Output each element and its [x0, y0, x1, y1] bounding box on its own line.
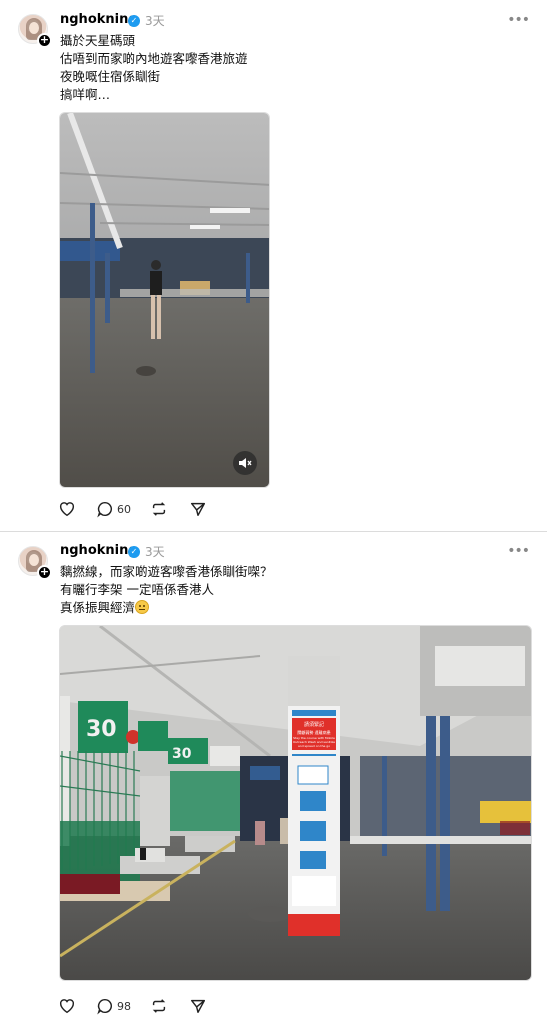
post-actions: 98 [58, 995, 258, 1017]
reply-count: 98 [117, 999, 131, 1013]
verified-badge-icon: ✓ [128, 546, 140, 558]
verified-badge-icon: ✓ [128, 15, 140, 27]
caption-line: 真係振興經濟 [60, 599, 273, 617]
smile-emoji-icon [135, 600, 150, 614]
repost-button[interactable] [150, 498, 168, 520]
send-icon [190, 502, 206, 517]
thread-post: + nghokning ✓ 3天 ••• 黐撚線，而家啲遊客嚟香港係瞓街㗎？ 有… [0, 533, 547, 1024]
avatar[interactable]: + [18, 14, 52, 48]
sign-body: Stay the course with Mobile Outreach Was… [293, 736, 335, 748]
comment-icon [97, 998, 113, 1015]
svg-text:30: 30 [172, 746, 192, 762]
like-button[interactable] [58, 498, 76, 520]
caption-line: 搞咩啊… [60, 87, 111, 102]
reply-count: 60 [117, 502, 131, 516]
caption-text: 真係振興經濟 [60, 600, 136, 615]
repost-icon [152, 999, 166, 1013]
post-caption: 攝於天星碼頭 估唔到而家啲內地遊客嚟香港旅遊 夜晚嘅住宿係瞓街 搞咩啊… [60, 32, 248, 104]
svg-text:30: 30 [86, 717, 117, 742]
post-username[interactable]: nghokning [60, 12, 138, 27]
repost-icon [152, 502, 166, 516]
post-image[interactable]: 30 30 請須緊記 關顧弱勢 遠離病患 Stay the course wit… [59, 625, 532, 981]
caption-line: 夜晚嘅住宿係瞓街 [60, 69, 161, 84]
repost-button[interactable] [150, 995, 168, 1017]
more-options-icon[interactable]: ••• [507, 12, 530, 28]
share-button[interactable] [189, 995, 207, 1017]
muted-speaker-icon[interactable] [233, 451, 257, 475]
caption-line: 攝於天星碼頭 [60, 33, 136, 48]
sign-title: 請須緊記 [303, 722, 324, 728]
post-caption: 黐撚線，而家啲遊客嚟香港係瞓街㗎？ 有曬行李架 一定唔係香港人 真係振興經濟 [60, 563, 273, 617]
caption-line: 有曬行李架 一定唔係香港人 [60, 582, 214, 597]
follow-plus-icon[interactable]: + [37, 565, 52, 580]
post-video[interactable] [59, 112, 270, 488]
caption-line: 黐撚線，而家啲遊客嚟香港係瞓街㗎？ [60, 564, 273, 579]
post-actions: 60 [58, 498, 258, 520]
reply-button[interactable]: 98 [96, 995, 131, 1017]
heart-icon [59, 502, 75, 517]
share-button[interactable] [189, 498, 207, 520]
post-username[interactable]: nghokning [60, 543, 138, 558]
like-button[interactable] [58, 995, 76, 1017]
post-timestamp[interactable]: 3天 [145, 12, 165, 29]
video-frame [60, 113, 269, 487]
reply-button[interactable]: 60 [96, 498, 131, 520]
post-timestamp[interactable]: 3天 [145, 543, 165, 560]
photo-frame: 30 30 [60, 626, 531, 980]
send-icon [190, 999, 206, 1014]
more-options-icon[interactable]: ••• [507, 543, 530, 559]
thread-post: + nghokning ✓ 3天 ••• 攝於天星碼頭 估唔到而家啲內地遊客嚟香… [0, 0, 547, 532]
post-divider [0, 531, 547, 532]
heart-icon [59, 999, 75, 1014]
comment-icon [97, 501, 113, 518]
caption-line: 估唔到而家啲內地遊客嚟香港旅遊 [60, 51, 248, 66]
follow-plus-icon[interactable]: + [37, 33, 52, 48]
avatar[interactable]: + [18, 546, 52, 580]
